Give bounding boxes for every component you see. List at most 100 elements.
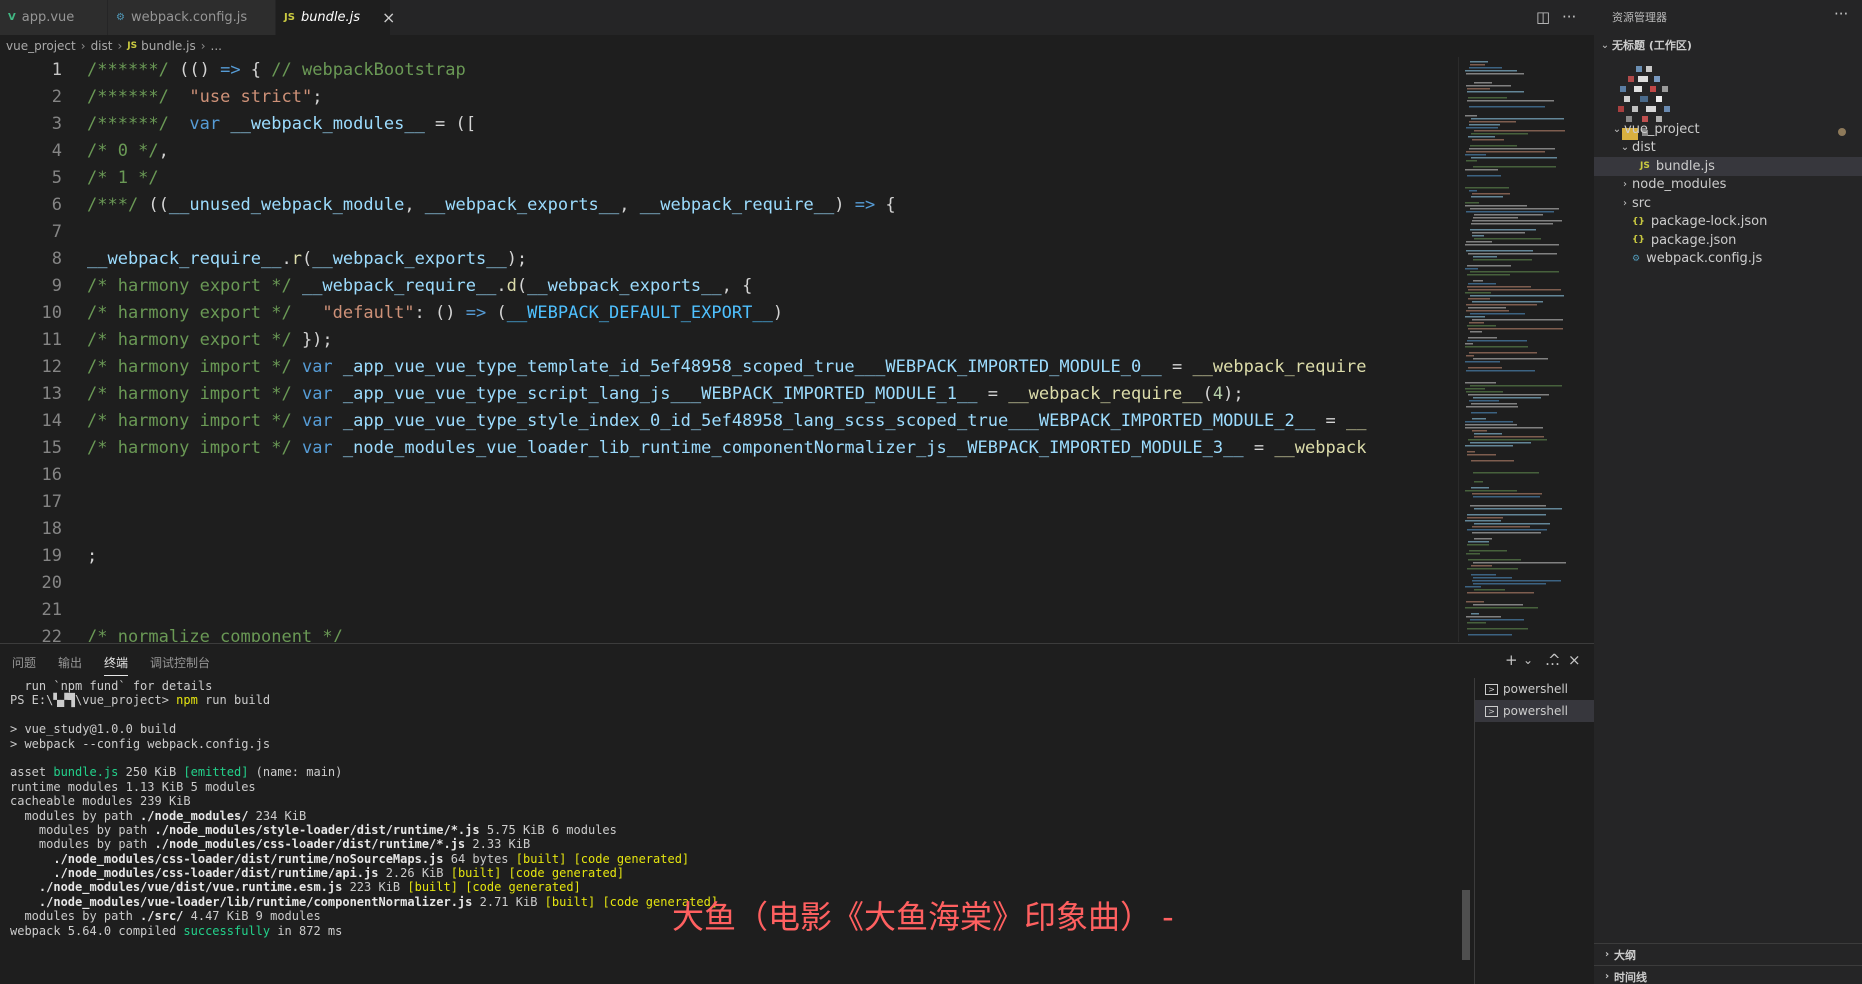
chevron-down-icon[interactable]: ⌄ — [1523, 653, 1533, 667]
code-line[interactable]: 18 — [0, 516, 1456, 543]
tree-item[interactable]: › src — [1594, 194, 1862, 213]
code-line[interactable]: 19; — [0, 543, 1456, 570]
minimap-line — [1472, 193, 1510, 195]
code-line[interactable]: 14 /* harmony import */ var _app_vue_vue_… — [0, 408, 1456, 435]
code-line[interactable]: 10 /* harmony export */ "default": () => … — [0, 300, 1456, 327]
code-token: __WEBPACK_DEFAULT_EXPORT__ — [506, 303, 773, 323]
tree-item[interactable]: › node_modules — [1594, 176, 1862, 195]
code-line[interactable]: 7 — [0, 219, 1456, 246]
editor-scrollbar[interactable] — [1582, 57, 1594, 642]
code-line[interactable]: 21 — [0, 597, 1456, 624]
minimap-line — [1471, 412, 1497, 414]
code-token: ( — [486, 303, 507, 323]
code-line[interactable]: 13 /* harmony import */ var _app_vue_vue_… — [0, 381, 1456, 408]
line-number: 14 — [41, 411, 62, 431]
code-line[interactable]: 2 /******/ "use strict"; — [0, 84, 1456, 111]
code-line[interactable]: 15 /* harmony import */ var _node_modules… — [0, 435, 1456, 462]
tab-webpack-config[interactable]: ⚙ webpack.config.js — [108, 0, 276, 35]
code-token: __unused_webpack_module — [168, 195, 405, 215]
tab-bundle-js[interactable]: JS bundle.js × — [276, 0, 395, 35]
terminal-token: ./node_modules/css-loader/dist/runtime/a… — [53, 866, 379, 881]
code-line[interactable]: 8 __webpack_require__.r(__webpack_exports… — [0, 246, 1456, 273]
tab-output[interactable]: 输出 — [58, 654, 82, 671]
minimap-line — [1466, 553, 1480, 555]
code-line[interactable]: 11 /* harmony export */ }); — [0, 327, 1456, 354]
code-token: /* harmony import */ — [87, 357, 292, 377]
minimap-line — [1467, 592, 1534, 594]
line-number: 12 — [41, 357, 62, 377]
breadcrumb-item[interactable]: ... — [211, 39, 222, 53]
breadcrumb-item[interactable]: vue_project — [6, 39, 76, 53]
minimap-line — [1468, 367, 1502, 369]
close-icon[interactable]: × — [382, 8, 395, 27]
terminal-token: [code generated] — [465, 880, 581, 895]
code-text: __webpack_require__.r(__webpack_exports_… — [87, 246, 527, 273]
terminal-scrollbar[interactable] — [1462, 890, 1470, 960]
more-actions-icon[interactable]: ··· — [1834, 5, 1848, 23]
tree-item[interactable]: ⌄ dist — [1594, 139, 1862, 158]
code-line[interactable]: 9 /* harmony export */ __webpack_require_… — [0, 273, 1456, 300]
tab-terminal[interactable]: 终端 — [104, 654, 129, 676]
code-line[interactable]: 12 /* harmony import */ var _app_vue_vue_… — [0, 354, 1456, 381]
tree-item[interactable]: JS bundle.js — [1594, 157, 1862, 176]
terminal-token: ./node_modules/vue-loader/lib/runtime/co… — [38, 894, 473, 909]
breadcrumb-item[interactable]: bundle.js — [141, 39, 196, 53]
json-file-icon: {} — [1632, 216, 1645, 227]
minimap-line — [1473, 583, 1546, 585]
minimap-line — [1467, 514, 1546, 516]
tree-item[interactable]: {} package-lock.json — [1594, 213, 1862, 232]
minimap[interactable] — [1458, 57, 1578, 642]
tree-item[interactable]: {} package.json — [1594, 231, 1862, 250]
code-line[interactable]: 17 — [0, 489, 1456, 516]
code-text: /* 1 */ — [87, 165, 159, 192]
code-line[interactable]: 3 /******/ var __webpack_modules__ = ([ — [0, 111, 1456, 138]
section-outline[interactable]: › 大纲 — [1594, 943, 1862, 965]
code-token: _node_modules_vue_loader_lib_runtime_com… — [342, 438, 1244, 458]
code-line[interactable]: 22 /* normalize component */ — [0, 624, 1456, 642]
code-line[interactable]: 1 /******/ (() => { // webpackBootstrap — [0, 57, 1456, 84]
terminal-output[interactable]: run `npm fund` for details PS E:\▚▞▜\vue_… — [10, 678, 1460, 984]
minimap-line — [1474, 538, 1492, 540]
maximize-panel-icon[interactable]: ^ — [1548, 651, 1561, 669]
code-editor[interactable]: 1/******/ (() => { // webpackBootstrap 2/… — [0, 57, 1456, 642]
tree-item[interactable]: ⌄ vue_project — [1594, 120, 1862, 139]
workspace-header[interactable]: ⌄ 无标题 (工作区) — [1594, 34, 1862, 56]
minimap-line — [1467, 529, 1547, 531]
minimap-line — [1473, 562, 1566, 564]
add-terminal-icon[interactable]: + — [1505, 651, 1518, 669]
minimap-line — [1473, 472, 1539, 474]
code-text: /* harmony export */ }); — [87, 327, 333, 354]
line-number: 3 — [51, 114, 62, 134]
terminal-token: ./node_modules/css-loader/dist/runtime/*… — [154, 837, 466, 852]
tree-item[interactable]: ⚙ webpack.config.js — [1594, 250, 1862, 269]
split-editor-icon[interactable]: ◫ — [1536, 8, 1550, 26]
minimap-line — [1474, 82, 1492, 84]
minimap-line — [1468, 289, 1561, 291]
tab-debug-console[interactable]: 调试控制台 — [150, 654, 210, 671]
terminal-item[interactable]: > powershell — [1475, 678, 1594, 700]
code-line[interactable]: 16 — [0, 462, 1456, 489]
code-token: ( — [1202, 384, 1213, 404]
minimap-line — [1469, 322, 1484, 324]
tab-label: bundle.js — [300, 10, 361, 25]
tab-app-vue[interactable]: V app.vue — [0, 0, 108, 35]
more-actions-icon[interactable]: ··· — [1562, 8, 1576, 26]
code-line[interactable]: 5 /* 1 */ — [0, 165, 1456, 192]
code-token: /* harmony export */ — [87, 330, 292, 350]
tab-problems[interactable]: 问题 — [12, 654, 36, 671]
minimap-line — [1465, 382, 1496, 384]
minimap-line — [1474, 436, 1544, 438]
terminal-item[interactable]: > powershell — [1475, 700, 1594, 722]
minimap-line — [1467, 91, 1524, 93]
explorer-sidebar: 资源管理器 ··· ⌄ 无标题 (工作区) ⌄ vue_project ⌄ dist J… — [1594, 0, 1862, 984]
code-line[interactable]: 6 /***/ ((__unused_webpack_module, __webp… — [0, 192, 1456, 219]
code-line[interactable]: 4 /* 0 */, — [0, 138, 1456, 165]
minimap-line — [1469, 550, 1507, 552]
code-text: /******/ "use strict"; — [87, 84, 322, 111]
close-panel-icon[interactable]: × — [1568, 651, 1581, 669]
section-timeline[interactable]: › 时间线 — [1594, 965, 1862, 984]
breadcrumb-item[interactable]: dist — [91, 39, 113, 53]
code-line[interactable]: 20 — [0, 570, 1456, 597]
